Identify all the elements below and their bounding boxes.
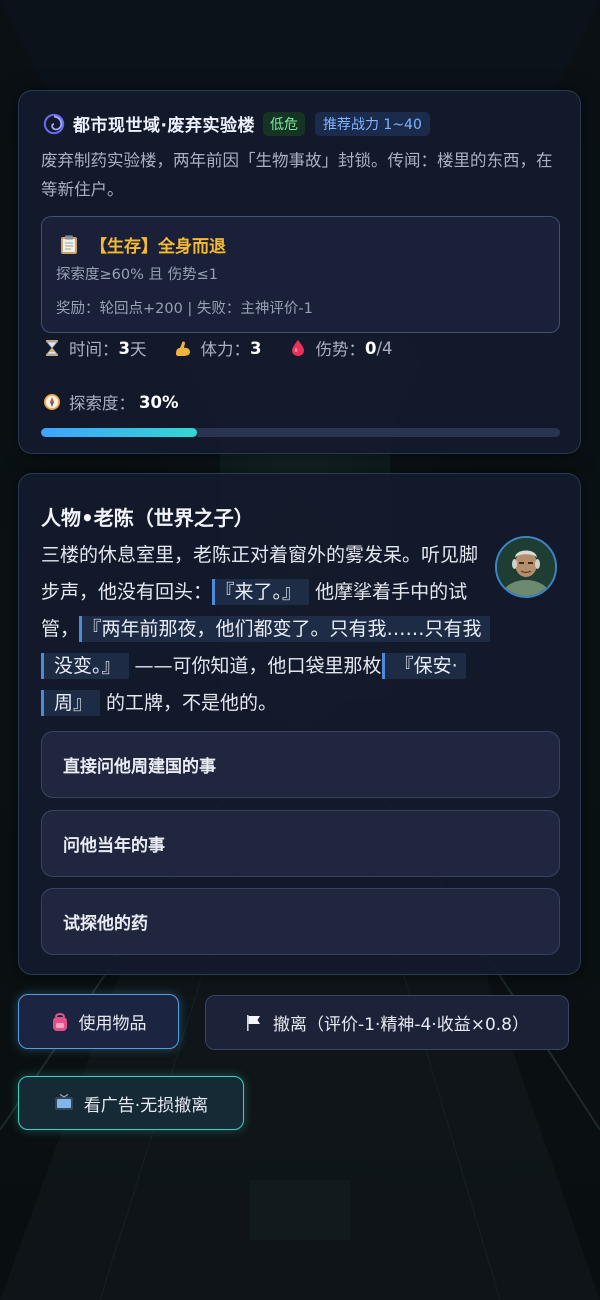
time-value: 3	[118, 338, 130, 358]
quest-reward: 奖励：轮回点+200 | 失败：主神评价-1	[56, 301, 313, 317]
choice-probe-medicine[interactable]: 试探他的药	[41, 888, 560, 955]
stats-row: 时间： 3 天 体力： 3 伤势： 0 /4	[43, 336, 421, 360]
injury-max: /4	[376, 338, 393, 358]
flag-icon	[247, 1014, 260, 1031]
clipboard-icon	[61, 235, 77, 254]
stamina-stat: 体力： 3	[174, 336, 261, 360]
avatar[interactable]	[495, 536, 557, 598]
world-description: 废弃制药实验楼，两年前因「生物事故」封锁。传闻：楼里的东西，在等新住户。	[41, 151, 553, 199]
injury-value: 0	[364, 338, 377, 358]
flexed-arm-icon	[176, 341, 191, 356]
blood-drop-icon	[292, 340, 305, 356]
use-item-button[interactable]: 使用物品	[18, 994, 179, 1049]
explore-value: 30%	[139, 392, 179, 412]
story-part3: ——可你知道，他口袋里那枚	[128, 655, 382, 677]
power-badge: 推荐战力 1~40	[314, 111, 430, 136]
quest-title: 【生存】全身而退	[90, 237, 226, 257]
retreat-label: 撤离（评价-1·精神-4·收益×0.8）	[273, 1015, 529, 1035]
npc-portrait	[497, 538, 555, 596]
use-item-label: 使用物品	[78, 1014, 147, 1034]
explore-progress-bar	[41, 428, 560, 437]
time-label: 时间：	[69, 340, 119, 359]
ad-retreat-button[interactable]: 看广告·无损撤离	[18, 1076, 244, 1130]
quest-panel: 【生存】全身而退 探索度≥60% 且 伤势≤1 奖励：轮回点+200 | 失败：…	[41, 216, 560, 333]
danger-badge: 低危	[262, 111, 305, 136]
retreat-button[interactable]: 撤离（评价-1·精神-4·收益×0.8）	[205, 995, 569, 1050]
backpack-icon	[52, 1012, 67, 1031]
explore-row: 探索度： 30%	[43, 390, 179, 414]
npc-card: 人物•老陈（世界之子） 三楼的休息室里，老陈正对着窗外的雾发呆。听见脚步声，他没…	[18, 473, 581, 975]
quest-condition: 探索度≥60% 且 伤势≤1	[56, 267, 218, 283]
world-info-card: 都市现世域·废弃实验楼 低危 推荐战力 1~40 废弃制药实验楼，两年前因「生物…	[18, 90, 581, 454]
time-stat: 时间： 3 天	[43, 336, 146, 360]
choice-ask-past[interactable]: 问他当年的事	[41, 810, 560, 877]
world-title: 都市现世域·废弃实验楼	[73, 116, 255, 136]
explore-progress-fill	[41, 428, 197, 437]
time-unit: 天	[129, 340, 147, 359]
injury-stat: 伤势： 0 /4	[289, 336, 393, 360]
quote-1: 『来了。』	[212, 579, 310, 605]
choice-ask-zhou[interactable]: 直接问他周建国的事	[41, 731, 560, 798]
npc-title: 人物•老陈（世界之子）	[41, 506, 254, 530]
tv-icon	[54, 1094, 73, 1110]
hourglass-icon	[46, 340, 58, 356]
story-part4: 的工牌，不是他的。	[100, 692, 278, 714]
compass-icon	[44, 394, 60, 410]
world-title-row: 都市现世域·废弃实验楼 低危 推荐战力 1~40	[43, 111, 430, 136]
injury-label: 伤势：	[315, 340, 365, 359]
explore-label: 探索度：	[69, 394, 135, 413]
stamina-value: 3	[249, 338, 262, 358]
ad-retreat-label: 看广告·无损撤离	[83, 1095, 209, 1116]
stamina-label: 体力：	[200, 340, 250, 359]
swirl-icon	[43, 113, 65, 134]
npc-story: 三楼的休息室里，老陈正对着窗外的雾发呆。听见脚步声，他没有回头： 『来了。』 他摩…	[41, 537, 490, 722]
